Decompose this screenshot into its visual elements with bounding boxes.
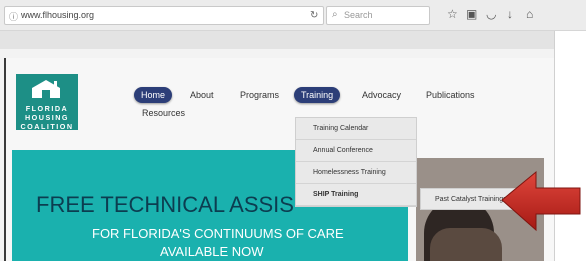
- nav-about[interactable]: About: [190, 90, 214, 100]
- photo-hands: [430, 228, 502, 261]
- logo-text-line1: FLORIDA: [25, 104, 69, 113]
- nav-publications[interactable]: Publications: [426, 90, 475, 100]
- search-placeholder: Search: [344, 10, 373, 20]
- florida-housing-coalition-logo[interactable]: FLORIDA HOUSING COALITION: [16, 74, 78, 131]
- home-icon[interactable]: ⌂: [526, 7, 533, 21]
- nav-programs[interactable]: Programs: [240, 90, 279, 100]
- search-input[interactable]: ⌕ Search: [326, 6, 430, 25]
- nav-training[interactable]: Training: [294, 87, 341, 103]
- training-dropdown-menu: Training Calendar Annual Conference Home…: [295, 117, 417, 207]
- url-text: www.flhousing.org: [21, 10, 95, 20]
- pocket-icon[interactable]: ◡: [486, 7, 496, 21]
- menu-item-homelessness-training[interactable]: Homelessness Training: [296, 162, 416, 184]
- menu-item-ship-training[interactable]: SHIP Training: [296, 184, 416, 206]
- browser-toolbar: ⓘ www.flhousing.org ↻ ⌕ Search ☆ ▣ ◡ ↓ ⌂: [0, 0, 586, 31]
- bookmark-star-icon[interactable]: ☆: [447, 7, 458, 21]
- bookmarks-bar: [0, 31, 554, 49]
- banner-subtitle-1: FOR FLORIDA'S CONTINUUMS OF CARE: [92, 226, 344, 241]
- reading-list-icon[interactable]: ▣: [466, 7, 477, 21]
- logo-text-line2: HOUSING: [24, 113, 70, 122]
- logo-text-line3: COALITION: [20, 122, 74, 131]
- address-bar[interactable]: ⓘ www.flhousing.org ↻: [4, 6, 324, 25]
- site-info-icon[interactable]: ⓘ: [9, 10, 18, 23]
- red-arrow-icon: [501, 170, 581, 232]
- download-icon[interactable]: ↓: [507, 7, 513, 21]
- nav-home[interactable]: Home: [134, 87, 173, 103]
- menu-item-annual-conference[interactable]: Annual Conference: [296, 140, 416, 162]
- search-icon: ⌕: [332, 9, 338, 20]
- reload-icon[interactable]: ↻: [310, 10, 318, 21]
- banner-subtitle-2: AVAILABLE NOW: [160, 244, 264, 259]
- nav-resources[interactable]: Resources: [142, 108, 185, 118]
- nav-advocacy[interactable]: Advocacy: [362, 90, 401, 100]
- house-logo-icon: [32, 80, 60, 98]
- menu-item-training-calendar[interactable]: Training Calendar: [296, 118, 416, 140]
- banner-title: FREE TECHNICAL ASSIS: [36, 192, 294, 217]
